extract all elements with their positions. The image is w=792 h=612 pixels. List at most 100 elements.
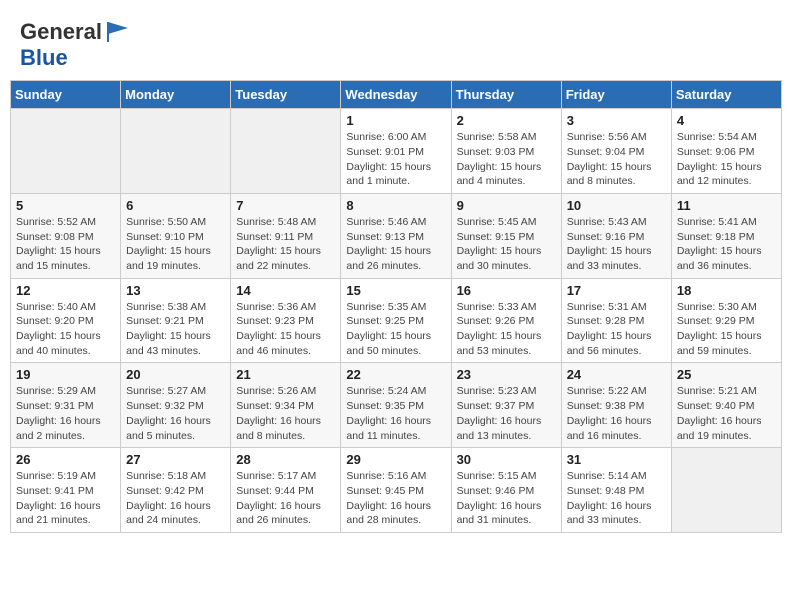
day-of-week-header: Saturday bbox=[671, 81, 781, 109]
day-info: Sunrise: 5:31 AMSunset: 9:28 PMDaylight:… bbox=[567, 300, 666, 359]
day-number: 23 bbox=[457, 367, 556, 382]
calendar-cell: 13Sunrise: 5:38 AMSunset: 9:21 PMDayligh… bbox=[121, 278, 231, 363]
day-number: 12 bbox=[16, 283, 115, 298]
day-number: 25 bbox=[677, 367, 776, 382]
calendar-cell: 31 Sunrise: 5:14 AMSunset: 9:48 PMDayligh… bbox=[561, 448, 671, 533]
day-info: Sunrise: 5:43 AMSunset: 9:16 PMDaylight:… bbox=[567, 215, 666, 274]
day-info: Sunrise: 5:27 AMSunset: 9:32 PMDaylight:… bbox=[126, 384, 225, 443]
day-number: 14 bbox=[236, 283, 335, 298]
calendar-week-row: 19 Sunrise: 5:29 AMSunset: 9:31 PMDayligh… bbox=[11, 363, 782, 448]
day-info: Sunrise: 5:24 AMSunset: 9:35 PMDaylight:… bbox=[346, 384, 445, 443]
day-of-week-header: Monday bbox=[121, 81, 231, 109]
day-info: Sunrise: 5:45 AMSunset: 9:15 PMDaylight:… bbox=[457, 215, 556, 274]
day-of-week-header: Tuesday bbox=[231, 81, 341, 109]
day-info: Sunrise: 5:16 AMSunset: 9:45 PMDaylight:… bbox=[346, 469, 445, 528]
day-info: Sunrise: 5:26 AMSunset: 9:34 PMDaylight:… bbox=[236, 384, 335, 443]
day-number: 11 bbox=[677, 198, 776, 213]
day-of-week-header: Sunday bbox=[11, 81, 121, 109]
logo: General Blue bbox=[20, 18, 132, 70]
day-info: Sunrise: 5:17 AMSunset: 9:44 PMDaylight:… bbox=[236, 469, 335, 528]
calendar-cell bbox=[121, 109, 231, 194]
day-of-week-header: Thursday bbox=[451, 81, 561, 109]
calendar-header-row: SundayMondayTuesdayWednesdayThursdayFrid… bbox=[11, 81, 782, 109]
calendar-week-row: 12 Sunrise: 5:40 AMSunset: 9:20 PMDayligh… bbox=[11, 278, 782, 363]
day-number: 30 bbox=[457, 452, 556, 467]
day-info: Sunrise: 5:46 AMSunset: 9:13 PMDaylight:… bbox=[346, 215, 445, 274]
day-info: Sunrise: 5:58 AMSunset: 9:03 PMDaylight:… bbox=[457, 130, 556, 189]
day-number: 22 bbox=[346, 367, 445, 382]
day-info: Sunrise: 5:15 AMSunset: 9:46 PMDaylight:… bbox=[457, 469, 556, 528]
day-number: 19 bbox=[16, 367, 115, 382]
calendar-cell: 12 Sunrise: 5:40 AMSunset: 9:20 PMDayligh… bbox=[11, 278, 121, 363]
day-info: Sunrise: 5:29 AMSunset: 9:31 PMDaylight:… bbox=[16, 384, 115, 443]
day-info: Sunrise: 5:54 AMSunset: 9:06 PMDaylight:… bbox=[677, 130, 776, 189]
calendar-cell: 10 Sunrise: 5:43 AMSunset: 9:16 PMDayligh… bbox=[561, 193, 671, 278]
calendar-week-row: 26Sunrise: 5:19 AMSunset: 9:41 PMDayligh… bbox=[11, 448, 782, 533]
day-info: Sunrise: 5:41 AMSunset: 9:18 PMDaylight:… bbox=[677, 215, 776, 274]
calendar-cell: 27 Sunrise: 5:18 AMSunset: 9:42 PMDayligh… bbox=[121, 448, 231, 533]
day-info: Sunrise: 5:52 AMSunset: 9:08 PMDaylight:… bbox=[16, 215, 115, 274]
day-number: 3 bbox=[567, 113, 666, 128]
calendar-week-row: 5 Sunrise: 5:52 AMSunset: 9:08 PMDaylight… bbox=[11, 193, 782, 278]
day-info: Sunrise: 5:33 AMSunset: 9:26 PMDaylight:… bbox=[457, 300, 556, 359]
calendar-cell: 24 Sunrise: 5:22 AMSunset: 9:38 PMDayligh… bbox=[561, 363, 671, 448]
day-number: 9 bbox=[457, 198, 556, 213]
day-info: Sunrise: 5:14 AMSunset: 9:48 PMDaylight:… bbox=[567, 469, 666, 528]
calendar-cell bbox=[11, 109, 121, 194]
day-number: 24 bbox=[567, 367, 666, 382]
calendar-cell: 25 Sunrise: 5:21 AMSunset: 9:40 PMDayligh… bbox=[671, 363, 781, 448]
calendar-cell: 30 Sunrise: 5:15 AMSunset: 9:46 PMDayligh… bbox=[451, 448, 561, 533]
day-info: Sunrise: 5:40 AMSunset: 9:20 PMDaylight:… bbox=[16, 300, 115, 359]
day-number: 17 bbox=[567, 283, 666, 298]
calendar-cell: 8 Sunrise: 5:46 AMSunset: 9:13 PMDaylight… bbox=[341, 193, 451, 278]
calendar-cell: 6 Sunrise: 5:50 AMSunset: 9:10 PMDaylight… bbox=[121, 193, 231, 278]
calendar-cell: 15Sunrise: 5:35 AMSunset: 9:25 PMDayligh… bbox=[341, 278, 451, 363]
calendar-cell: 11 Sunrise: 5:41 AMSunset: 9:18 PMDayligh… bbox=[671, 193, 781, 278]
calendar-cell: 7Sunrise: 5:48 AMSunset: 9:11 PMDaylight… bbox=[231, 193, 341, 278]
page-header: General Blue bbox=[10, 10, 782, 76]
calendar-cell: 2 Sunrise: 5:58 AMSunset: 9:03 PMDaylight… bbox=[451, 109, 561, 194]
day-of-week-header: Wednesday bbox=[341, 81, 451, 109]
day-number: 5 bbox=[16, 198, 115, 213]
day-info: Sunrise: 5:22 AMSunset: 9:38 PMDaylight:… bbox=[567, 384, 666, 443]
day-number: 18 bbox=[677, 283, 776, 298]
calendar-cell: 3 Sunrise: 5:56 AMSunset: 9:04 PMDaylight… bbox=[561, 109, 671, 194]
day-info: Sunrise: 5:56 AMSunset: 9:04 PMDaylight:… bbox=[567, 130, 666, 189]
day-info: Sunrise: 5:18 AMSunset: 9:42 PMDaylight:… bbox=[126, 469, 225, 528]
day-number: 20 bbox=[126, 367, 225, 382]
calendar-cell: 17 Sunrise: 5:31 AMSunset: 9:28 PMDayligh… bbox=[561, 278, 671, 363]
calendar-cell: 20 Sunrise: 5:27 AMSunset: 9:32 PMDayligh… bbox=[121, 363, 231, 448]
logo-blue-text: Blue bbox=[20, 46, 132, 70]
calendar-cell: 14 Sunrise: 5:36 AMSunset: 9:23 PMDayligh… bbox=[231, 278, 341, 363]
calendar-cell: 29 Sunrise: 5:16 AMSunset: 9:45 PMDayligh… bbox=[341, 448, 451, 533]
calendar-cell: 18Sunrise: 5:30 AMSunset: 9:29 PMDayligh… bbox=[671, 278, 781, 363]
day-info: Sunrise: 5:48 AMSunset: 9:11 PMDaylight:… bbox=[236, 215, 335, 274]
day-of-week-header: Friday bbox=[561, 81, 671, 109]
calendar-cell: 5 Sunrise: 5:52 AMSunset: 9:08 PMDaylight… bbox=[11, 193, 121, 278]
day-info: Sunrise: 5:35 AMSunset: 9:25 PMDaylight:… bbox=[346, 300, 445, 359]
calendar-cell: 1Sunrise: 6:00 AMSunset: 9:01 PMDaylight… bbox=[341, 109, 451, 194]
calendar-cell: 9 Sunrise: 5:45 AMSunset: 9:15 PMDaylight… bbox=[451, 193, 561, 278]
logo-flag-icon bbox=[104, 18, 132, 46]
calendar-cell: 26Sunrise: 5:19 AMSunset: 9:41 PMDayligh… bbox=[11, 448, 121, 533]
day-number: 29 bbox=[346, 452, 445, 467]
day-number: 27 bbox=[126, 452, 225, 467]
day-number: 8 bbox=[346, 198, 445, 213]
calendar-table: SundayMondayTuesdayWednesdayThursdayFrid… bbox=[10, 80, 782, 533]
day-info: Sunrise: 5:36 AMSunset: 9:23 PMDaylight:… bbox=[236, 300, 335, 359]
calendar-cell bbox=[231, 109, 341, 194]
calendar-cell: 19 Sunrise: 5:29 AMSunset: 9:31 PMDayligh… bbox=[11, 363, 121, 448]
day-number: 6 bbox=[126, 198, 225, 213]
day-number: 2 bbox=[457, 113, 556, 128]
day-number: 1 bbox=[346, 113, 445, 128]
day-number: 21 bbox=[236, 367, 335, 382]
day-info: Sunrise: 5:19 AMSunset: 9:41 PMDaylight:… bbox=[16, 469, 115, 528]
calendar-cell: 21 Sunrise: 5:26 AMSunset: 9:34 PMDayligh… bbox=[231, 363, 341, 448]
day-number: 10 bbox=[567, 198, 666, 213]
calendar-cell: 22 Sunrise: 5:24 AMSunset: 9:35 PMDayligh… bbox=[341, 363, 451, 448]
day-number: 31 bbox=[567, 452, 666, 467]
day-number: 13 bbox=[126, 283, 225, 298]
day-info: Sunrise: 5:50 AMSunset: 9:10 PMDaylight:… bbox=[126, 215, 225, 274]
day-info: Sunrise: 5:21 AMSunset: 9:40 PMDaylight:… bbox=[677, 384, 776, 443]
day-number: 16 bbox=[457, 283, 556, 298]
